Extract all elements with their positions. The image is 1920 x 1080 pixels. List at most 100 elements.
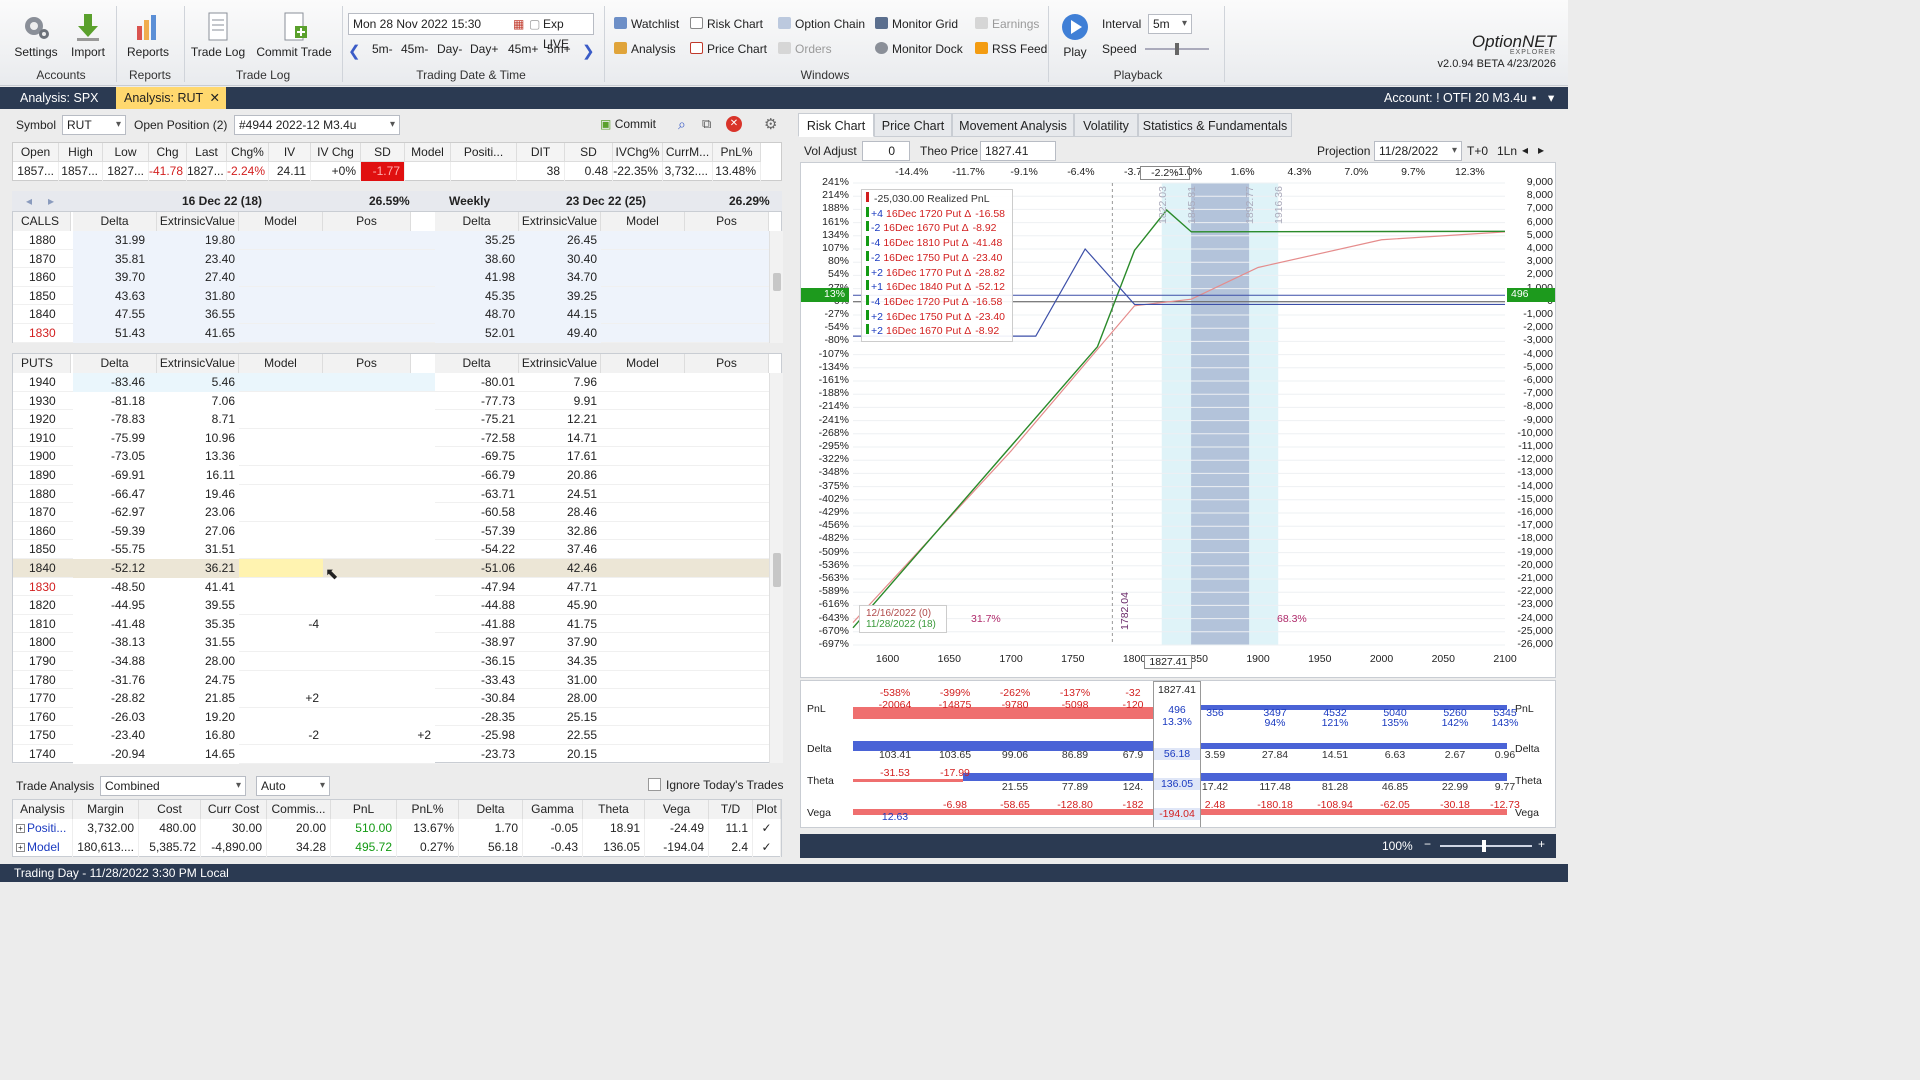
tab-movement-analysis[interactable]: Movement Analysis bbox=[952, 113, 1074, 137]
calls-scrollbar[interactable] bbox=[769, 231, 783, 343]
settings-button[interactable]: Settings bbox=[10, 12, 62, 59]
model-pos-cell[interactable] bbox=[239, 286, 435, 305]
step-45m-back[interactable]: 45m- bbox=[401, 42, 428, 56]
model-pos-cell-weekly[interactable] bbox=[601, 249, 769, 268]
put-row[interactable]: 1920 -78.83 8.71 -75.21 12.21 bbox=[13, 410, 769, 429]
put-row[interactable]: 1860 -59.39 27.06 -57.39 32.86 bbox=[13, 521, 769, 541]
model-pos-cell[interactable] bbox=[239, 268, 435, 287]
put-row[interactable]: 1750 -23.40 16.80 -2 +2 -25.98 22.55 bbox=[13, 726, 769, 745]
step-5m-forward[interactable]: 5m+ bbox=[547, 42, 571, 56]
model-cell[interactable] bbox=[239, 521, 323, 540]
prev-expiry-icon[interactable]: ◂ bbox=[26, 194, 32, 208]
pos-cell[interactable] bbox=[323, 484, 435, 503]
put-row[interactable]: 1770 -28.82 21.85 +2 -30.84 28.00 bbox=[13, 689, 769, 708]
pos-cell[interactable] bbox=[323, 707, 435, 726]
put-row[interactable]: 1850 -55.75 31.51 -54.22 37.46 bbox=[13, 540, 769, 559]
pos-cell[interactable] bbox=[323, 614, 435, 633]
symbol-select[interactable]: RUT bbox=[62, 115, 126, 135]
put-row[interactable]: 1740 -20.94 14.65 -23.73 20.15 bbox=[13, 745, 769, 764]
pos-cell[interactable] bbox=[323, 428, 435, 447]
pos-cell[interactable] bbox=[323, 503, 435, 522]
puts-scrollbar[interactable] bbox=[769, 373, 783, 763]
pos-cell[interactable] bbox=[323, 577, 435, 596]
call-row[interactable]: 1870 35.81 23.40 38.60 30.40 bbox=[13, 249, 769, 269]
open-position-select[interactable]: #4944 2022-12 M3.4u bbox=[234, 115, 400, 135]
step-45m-forward[interactable]: 45m+ bbox=[508, 42, 538, 56]
pos-cell[interactable] bbox=[323, 652, 435, 670]
put-row[interactable]: 1810 -41.48 35.35 -4 -41.88 41.75 bbox=[13, 614, 769, 634]
model-cell[interactable] bbox=[239, 596, 323, 615]
model-cell[interactable] bbox=[239, 540, 323, 559]
analysis-value[interactable]: ✓ bbox=[753, 838, 781, 857]
pos-cell[interactable] bbox=[323, 521, 435, 540]
t0-label[interactable]: T+0 bbox=[1467, 144, 1488, 158]
zoom-in-icon[interactable]: + bbox=[1538, 837, 1545, 851]
put-row[interactable]: 1790 -34.88 28.00 -36.15 34.35 bbox=[13, 652, 769, 671]
risk-chart-button[interactable]: Risk Chart bbox=[690, 17, 763, 31]
put-row[interactable]: 1830 -48.50 41.41 -47.94 47.71 bbox=[13, 577, 769, 597]
pos-cell[interactable] bbox=[323, 540, 435, 559]
risk-chart[interactable]: 241%214%188%161%134%107%80%54%27%0%-27%-… bbox=[800, 162, 1556, 678]
theo-price-input[interactable]: 1827.41 bbox=[980, 141, 1056, 161]
calendar-icon[interactable]: ▦ bbox=[513, 14, 524, 34]
search-icon[interactable]: ⌕ bbox=[678, 116, 686, 133]
next-expiry-icon[interactable]: ▸ bbox=[48, 194, 54, 208]
put-row[interactable]: 1900 -73.05 13.36 -69.75 17.61 bbox=[13, 447, 769, 466]
earnings-button[interactable]: Earnings bbox=[975, 17, 1039, 31]
model-cell[interactable] bbox=[239, 745, 323, 763]
pos-cell[interactable]: +2 bbox=[323, 726, 435, 745]
analysis-value[interactable]: ✓ bbox=[753, 819, 781, 838]
reports-button[interactable]: Reports bbox=[122, 12, 174, 59]
put-row[interactable]: 1890 -69.91 16.11 -66.79 20.86 bbox=[13, 466, 769, 485]
speed-slider-thumb[interactable] bbox=[1175, 43, 1179, 55]
put-row[interactable]: 1930 -81.18 7.06 -77.73 9.91 bbox=[13, 391, 769, 411]
projection-select[interactable]: 11/28/2022 bbox=[1374, 141, 1462, 161]
pos-cell[interactable] bbox=[323, 410, 435, 429]
zoom-slider-thumb[interactable] bbox=[1482, 840, 1486, 852]
model-pos-cell[interactable] bbox=[239, 305, 435, 324]
pos-cell[interactable] bbox=[323, 466, 435, 484]
pos-cell[interactable] bbox=[323, 670, 435, 689]
import-button[interactable]: Import bbox=[66, 12, 110, 59]
put-row[interactable]: 1820 -44.95 39.55 -44.88 45.90 bbox=[13, 596, 769, 615]
pos-cell[interactable] bbox=[323, 559, 435, 577]
model-pos-cell[interactable] bbox=[239, 249, 435, 268]
put-row[interactable]: 1880 -66.47 19.46 -63.71 24.51 bbox=[13, 484, 769, 504]
step-day-back[interactable]: Day- bbox=[437, 42, 462, 56]
gear-icon[interactable]: ⚙ bbox=[764, 115, 777, 133]
call-row[interactable]: 1830 51.43 41.65 52.01 49.40 bbox=[13, 324, 769, 343]
step-forward-icon[interactable]: ❯ bbox=[582, 42, 595, 60]
pos-cell[interactable] bbox=[323, 689, 435, 708]
exp-checkbox[interactable]: ▢ bbox=[529, 14, 540, 34]
model-cell[interactable] bbox=[239, 484, 323, 503]
delete-icon[interactable]: ✕ bbox=[726, 116, 742, 132]
model-cell[interactable] bbox=[239, 447, 323, 466]
put-row[interactable]: 1780 -31.76 24.75 -33.43 31.00 bbox=[13, 670, 769, 690]
tab-risk-chart[interactable]: Risk Chart bbox=[798, 113, 874, 137]
play-button[interactable]: Play bbox=[1056, 12, 1094, 59]
put-row[interactable]: 1910 -75.99 10.96 -72.58 14.71 bbox=[13, 428, 769, 448]
tab-statistics-fundamentals[interactable]: Statistics & Fundamentals bbox=[1138, 113, 1292, 137]
pos-cell[interactable] bbox=[323, 596, 435, 615]
tab-analysis-spx[interactable]: Analysis: SPX bbox=[12, 87, 107, 109]
model-pos-cell-weekly[interactable] bbox=[601, 305, 769, 324]
put-row[interactable]: 1870 -62.97 23.06 -60.58 28.46 bbox=[13, 503, 769, 522]
price-chart-button[interactable]: Price Chart bbox=[690, 42, 767, 56]
model-cell[interactable] bbox=[239, 559, 323, 577]
commit-button[interactable]: ▣ Commit bbox=[600, 117, 656, 131]
model-cell[interactable] bbox=[239, 391, 323, 410]
prev-day-icon[interactable]: ◂ bbox=[1522, 143, 1528, 157]
copy-icon[interactable]: ⧉ bbox=[702, 116, 711, 132]
model-cell[interactable] bbox=[239, 652, 323, 670]
model-cell[interactable]: +2 bbox=[239, 689, 323, 708]
analysis-button[interactable]: Analysis bbox=[614, 42, 676, 56]
model-pos-cell[interactable] bbox=[239, 324, 435, 342]
monitor-grid-button[interactable]: Monitor Grid bbox=[875, 17, 958, 31]
trade-log-button[interactable]: Trade Log bbox=[188, 12, 248, 59]
model-cell[interactable]: -4 bbox=[239, 614, 323, 633]
model-cell[interactable] bbox=[239, 373, 323, 391]
model-cell[interactable] bbox=[239, 670, 323, 689]
pos-cell[interactable] bbox=[323, 745, 435, 763]
ignore-today-checkbox[interactable] bbox=[648, 778, 661, 791]
iln-label[interactable]: 1Ln bbox=[1497, 144, 1517, 158]
